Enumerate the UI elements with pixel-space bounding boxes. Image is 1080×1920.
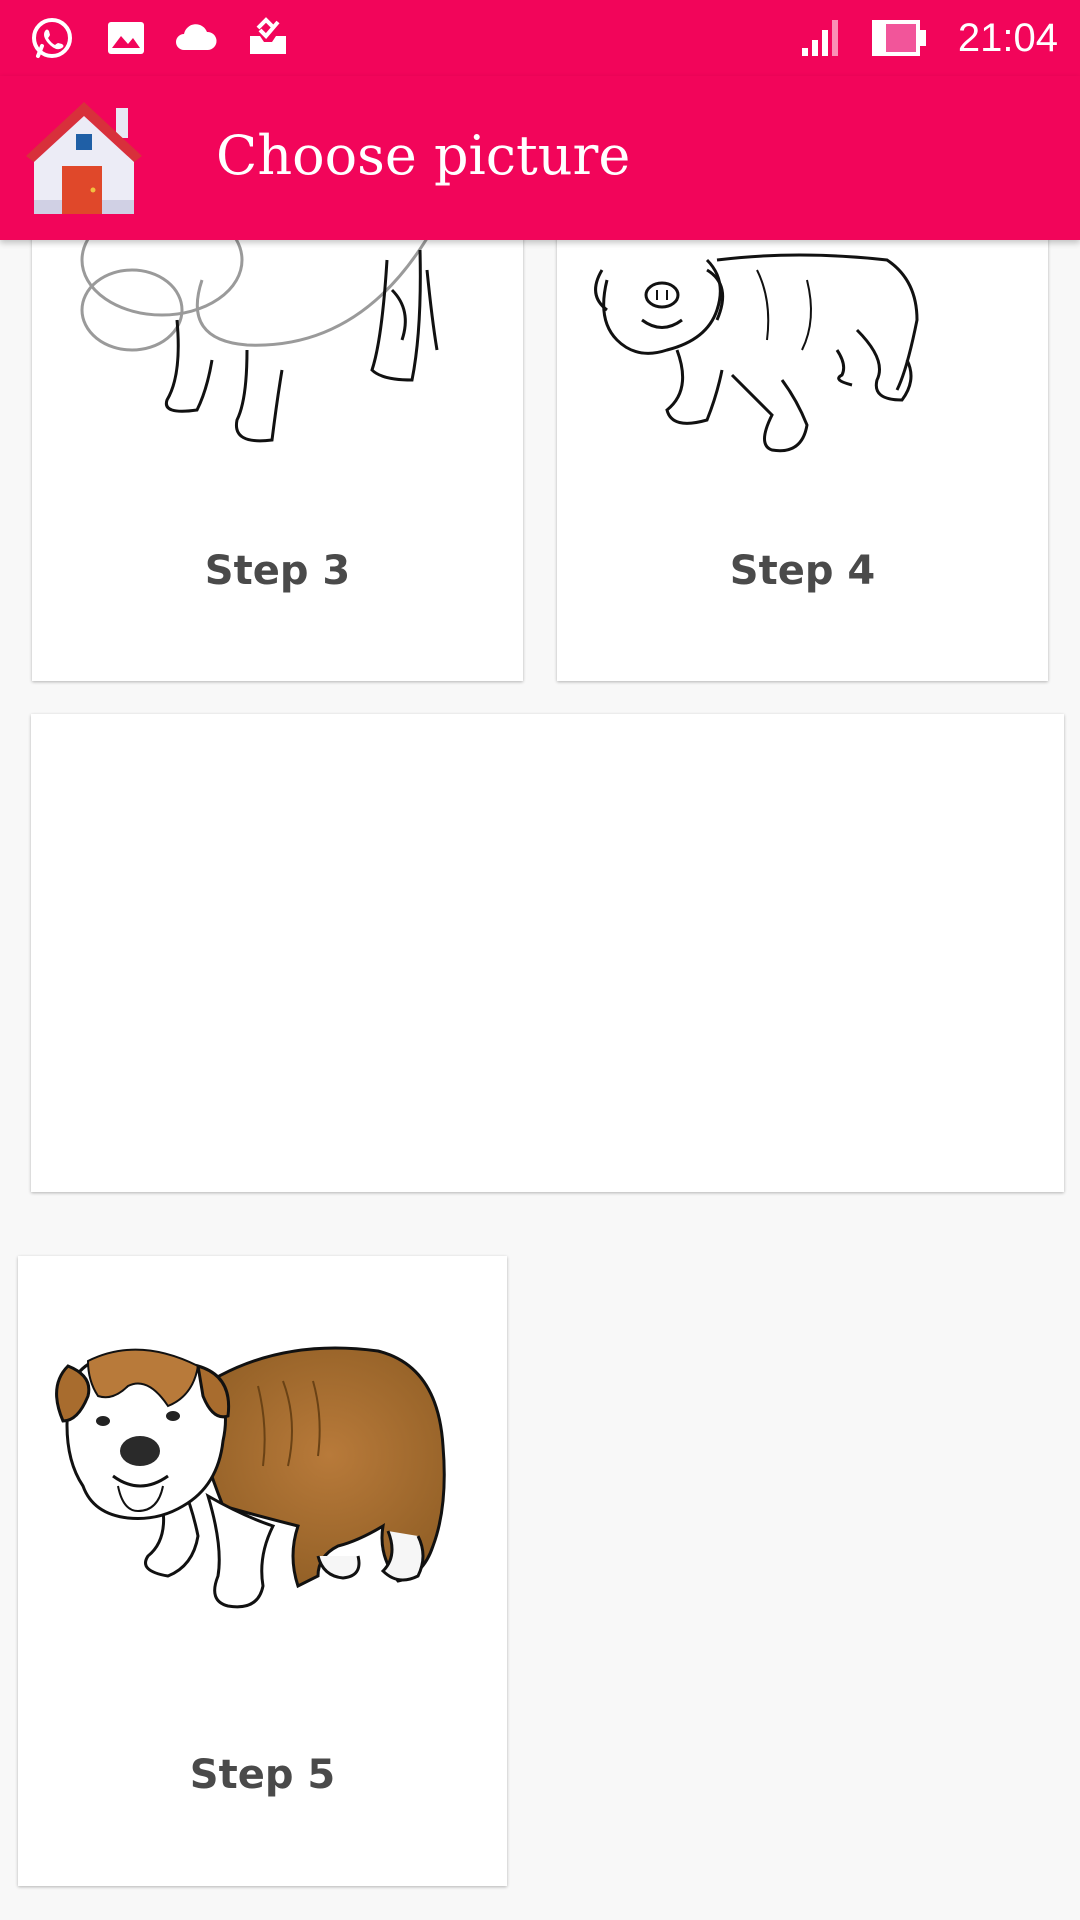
battery-icon (872, 20, 926, 56)
picture-card-step-5[interactable]: Step 5 (18, 1256, 507, 1886)
house-icon[interactable] (24, 96, 144, 216)
picture-card-step-3[interactable]: Step 3 (32, 240, 523, 681)
gallery-icon (108, 22, 144, 54)
app-bar: Choose picture (0, 76, 1080, 240)
picture-card-step-4[interactable]: Step 4 (557, 240, 1048, 681)
signal-icon (802, 20, 838, 56)
page-title: Choose picture (216, 124, 631, 187)
bulldog-outline-step-4-image (594, 253, 919, 453)
blank-ad-card[interactable] (31, 714, 1064, 1192)
bulldog-outline-step-3-image (80, 240, 439, 443)
card-label: Step 5 (189, 1752, 336, 1798)
status-bar: 21:04 (0, 0, 1080, 76)
card-label: Step 4 (729, 548, 876, 594)
clock: 21:04 (957, 16, 1058, 60)
cloud-icon (176, 24, 217, 50)
card-label: Step 3 (204, 548, 351, 594)
whatsapp-icon (32, 18, 72, 58)
inbox-check-icon (250, 17, 286, 54)
bulldog-colored-step-5-image (55, 1346, 446, 1609)
picture-grid[interactable]: Step 3 Step 4 Step 5 (0, 240, 1080, 1920)
